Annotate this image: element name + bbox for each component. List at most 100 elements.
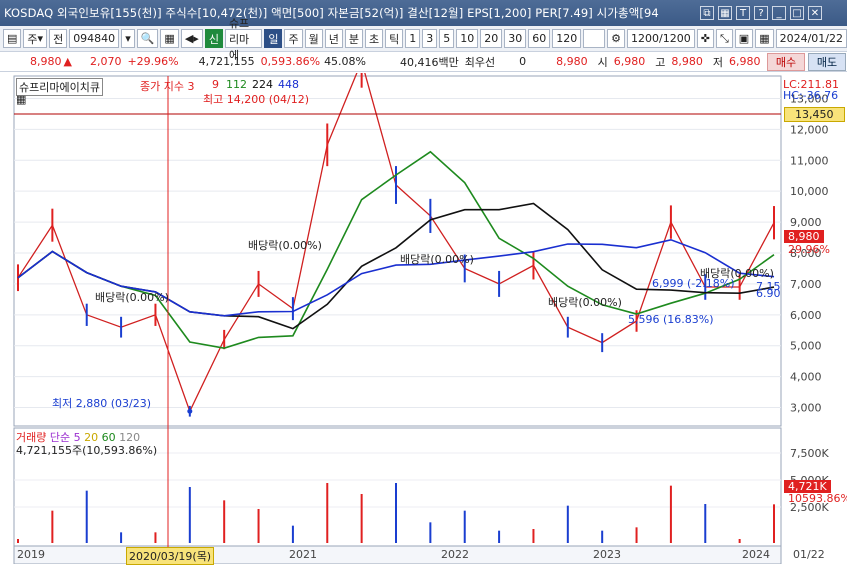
maximize-icon[interactable]: □ — [790, 6, 804, 20]
dividend-annotation-2: 배당락(0.00%) — [248, 239, 322, 252]
ma-legend-448: 448 — [278, 78, 299, 91]
volume-bar — [463, 510, 466, 543]
speaker-icon[interactable]: ◀▸ — [180, 29, 203, 48]
high-value: 8,980 — [671, 55, 703, 68]
grid-icon[interactable]: ▦ — [718, 6, 732, 20]
new-badge: 신 — [204, 29, 223, 48]
quote-row: 8,980 ▲ 2,070 +29.96% 4,721,155 0,593.86… — [0, 52, 847, 72]
stock-code-input[interactable]: 094840 — [69, 29, 120, 48]
low-marker: 최저 2,880 (03/23) — [52, 397, 152, 410]
market-select-value: 주 — [27, 32, 38, 46]
current-price-tag: 8,980 — [784, 230, 824, 243]
grid-settings-icon[interactable]: ▤ — [3, 29, 22, 48]
y-tick-label: 11,000 — [790, 154, 829, 167]
ma-legend-112: 112 — [226, 78, 247, 91]
volume-bar — [360, 494, 363, 543]
current-pct-tag: 29.96% — [788, 243, 830, 256]
dividend-annotation-1: 배당락(0.00%) — [95, 291, 169, 304]
stock-name-field[interactable]: 슈프리마에 — [224, 17, 263, 62]
count-input[interactable]: 1200/1200 — [627, 29, 695, 48]
volume-bar — [291, 525, 294, 543]
help-icon[interactable]: ? — [754, 6, 768, 20]
tab-month[interactable]: 월 — [304, 29, 323, 48]
crosshair-icon[interactable]: ✜ — [696, 29, 714, 48]
volume-bar — [738, 539, 741, 543]
minimize-icon[interactable]: _ — [772, 6, 786, 20]
tab-day[interactable]: 일 — [264, 29, 283, 48]
stock-list-icon[interactable]: ▦ — [160, 29, 179, 48]
y-tick-label: 6,000 — [790, 309, 822, 322]
high-label: 고 — [655, 55, 666, 69]
chart-area[interactable]: 13,000 12,000 11,000 10,000 9,000 8,000 7,000 6… — [0, 35, 847, 565]
y-tick-label: 9,000 — [790, 216, 822, 229]
volume-bar — [51, 510, 54, 543]
settings-icon[interactable]: ⚙ — [607, 29, 626, 48]
volume-bar — [429, 522, 432, 543]
interval-3[interactable]: 3 — [422, 29, 438, 48]
interval-20[interactable]: 20 — [480, 29, 503, 48]
x-right-label: 01/22 — [793, 548, 825, 561]
chart-toggle-icon[interactable]: ▦ — [16, 93, 26, 106]
turnover-value: 45.08% — [324, 55, 367, 68]
last-value: 8,980 — [556, 55, 588, 68]
pref-value: 0 — [519, 55, 527, 68]
buy-button[interactable]: 매수 — [767, 53, 805, 71]
open-value: 6,980 — [613, 55, 646, 68]
volume-bar — [326, 483, 329, 543]
trade-value: 40,416백만 — [400, 55, 459, 69]
volume-bar — [532, 529, 535, 543]
save-icon[interactable]: ▣ — [734, 29, 754, 48]
volume-pct-tag: 10593.86% — [788, 492, 847, 505]
interval-5[interactable]: 5 — [439, 29, 455, 48]
interval-60[interactable]: 60 — [528, 29, 551, 48]
tab-year[interactable]: 년 — [324, 29, 343, 48]
x-tick-2023: 2023 — [593, 548, 621, 561]
code-dropdown-icon[interactable]: ▾ — [121, 29, 135, 48]
hc-label: HC:-36.76 — [783, 89, 839, 102]
volume-bar — [154, 532, 157, 543]
volume-bar — [498, 530, 501, 543]
vol-tick-label: 7,500K — [790, 447, 829, 460]
price-volume-chart[interactable]: 13,00012,00011,00010,0009,0008,0007,0006… — [0, 35, 847, 565]
volume-bar — [257, 509, 260, 543]
sell-button[interactable]: 매도 — [808, 53, 846, 71]
text-icon[interactable]: T — [736, 6, 750, 20]
volume-bar — [395, 483, 397, 543]
y-tick-label: 10,000 — [790, 185, 829, 198]
low-value: 6,980 — [729, 55, 761, 68]
volume-bar — [669, 485, 672, 543]
interval-1[interactable]: 1 — [405, 29, 421, 48]
tab-minute[interactable]: 분 — [344, 29, 363, 48]
price-annotation-2: 5,596 (16.83%) — [628, 313, 714, 326]
volume-bar — [188, 487, 191, 543]
interval-10[interactable]: 10 — [456, 29, 479, 48]
zoom-out-icon[interactable]: ⤡ — [715, 29, 733, 48]
volume-summary: 4,721,155주(10,593.86%) — [16, 444, 158, 457]
tab-second[interactable]: 초 — [364, 29, 384, 48]
ma-legend-224: 224 — [252, 78, 273, 91]
date-input[interactable]: 2024/01/22 — [775, 29, 847, 48]
pref-label: 최우선 — [464, 55, 496, 69]
y-tick-label: 7,000 — [790, 278, 822, 291]
low-point — [187, 408, 193, 414]
close-icon[interactable]: ✕ — [808, 6, 822, 20]
x-tick-2024: 2024 — [742, 548, 770, 561]
dividend-annotation-3: 배당락(0.00%) — [400, 253, 474, 266]
volume-bar — [566, 505, 569, 543]
custom-interval-input[interactable] — [583, 29, 606, 48]
search-icon[interactable]: 🔍 — [136, 29, 159, 48]
market-select[interactable]: 주 ▾ — [23, 29, 48, 48]
restore-icon[interactable]: ⧉ — [700, 6, 714, 20]
y-tick-label: 12,000 — [790, 123, 829, 136]
tab-week[interactable]: 주 — [284, 29, 303, 48]
stock-label: 슈프리마에이치큐 — [16, 78, 103, 96]
calendar-icon[interactable]: ▦ — [755, 29, 774, 48]
interval-30[interactable]: 30 — [504, 29, 527, 48]
tab-tick[interactable]: 틱 — [385, 29, 404, 48]
y-tick-label: 5,000 — [790, 340, 822, 353]
change-value: 2,070 — [89, 55, 122, 68]
title-bar: KOSDAQ 외국인보유[155(천)] 주식수[10,472(천)] 액면[5… — [0, 0, 847, 26]
volume-bar — [17, 539, 19, 543]
interval-120[interactable]: 120 — [552, 29, 582, 48]
prev-button[interactable]: 전 — [49, 29, 68, 48]
